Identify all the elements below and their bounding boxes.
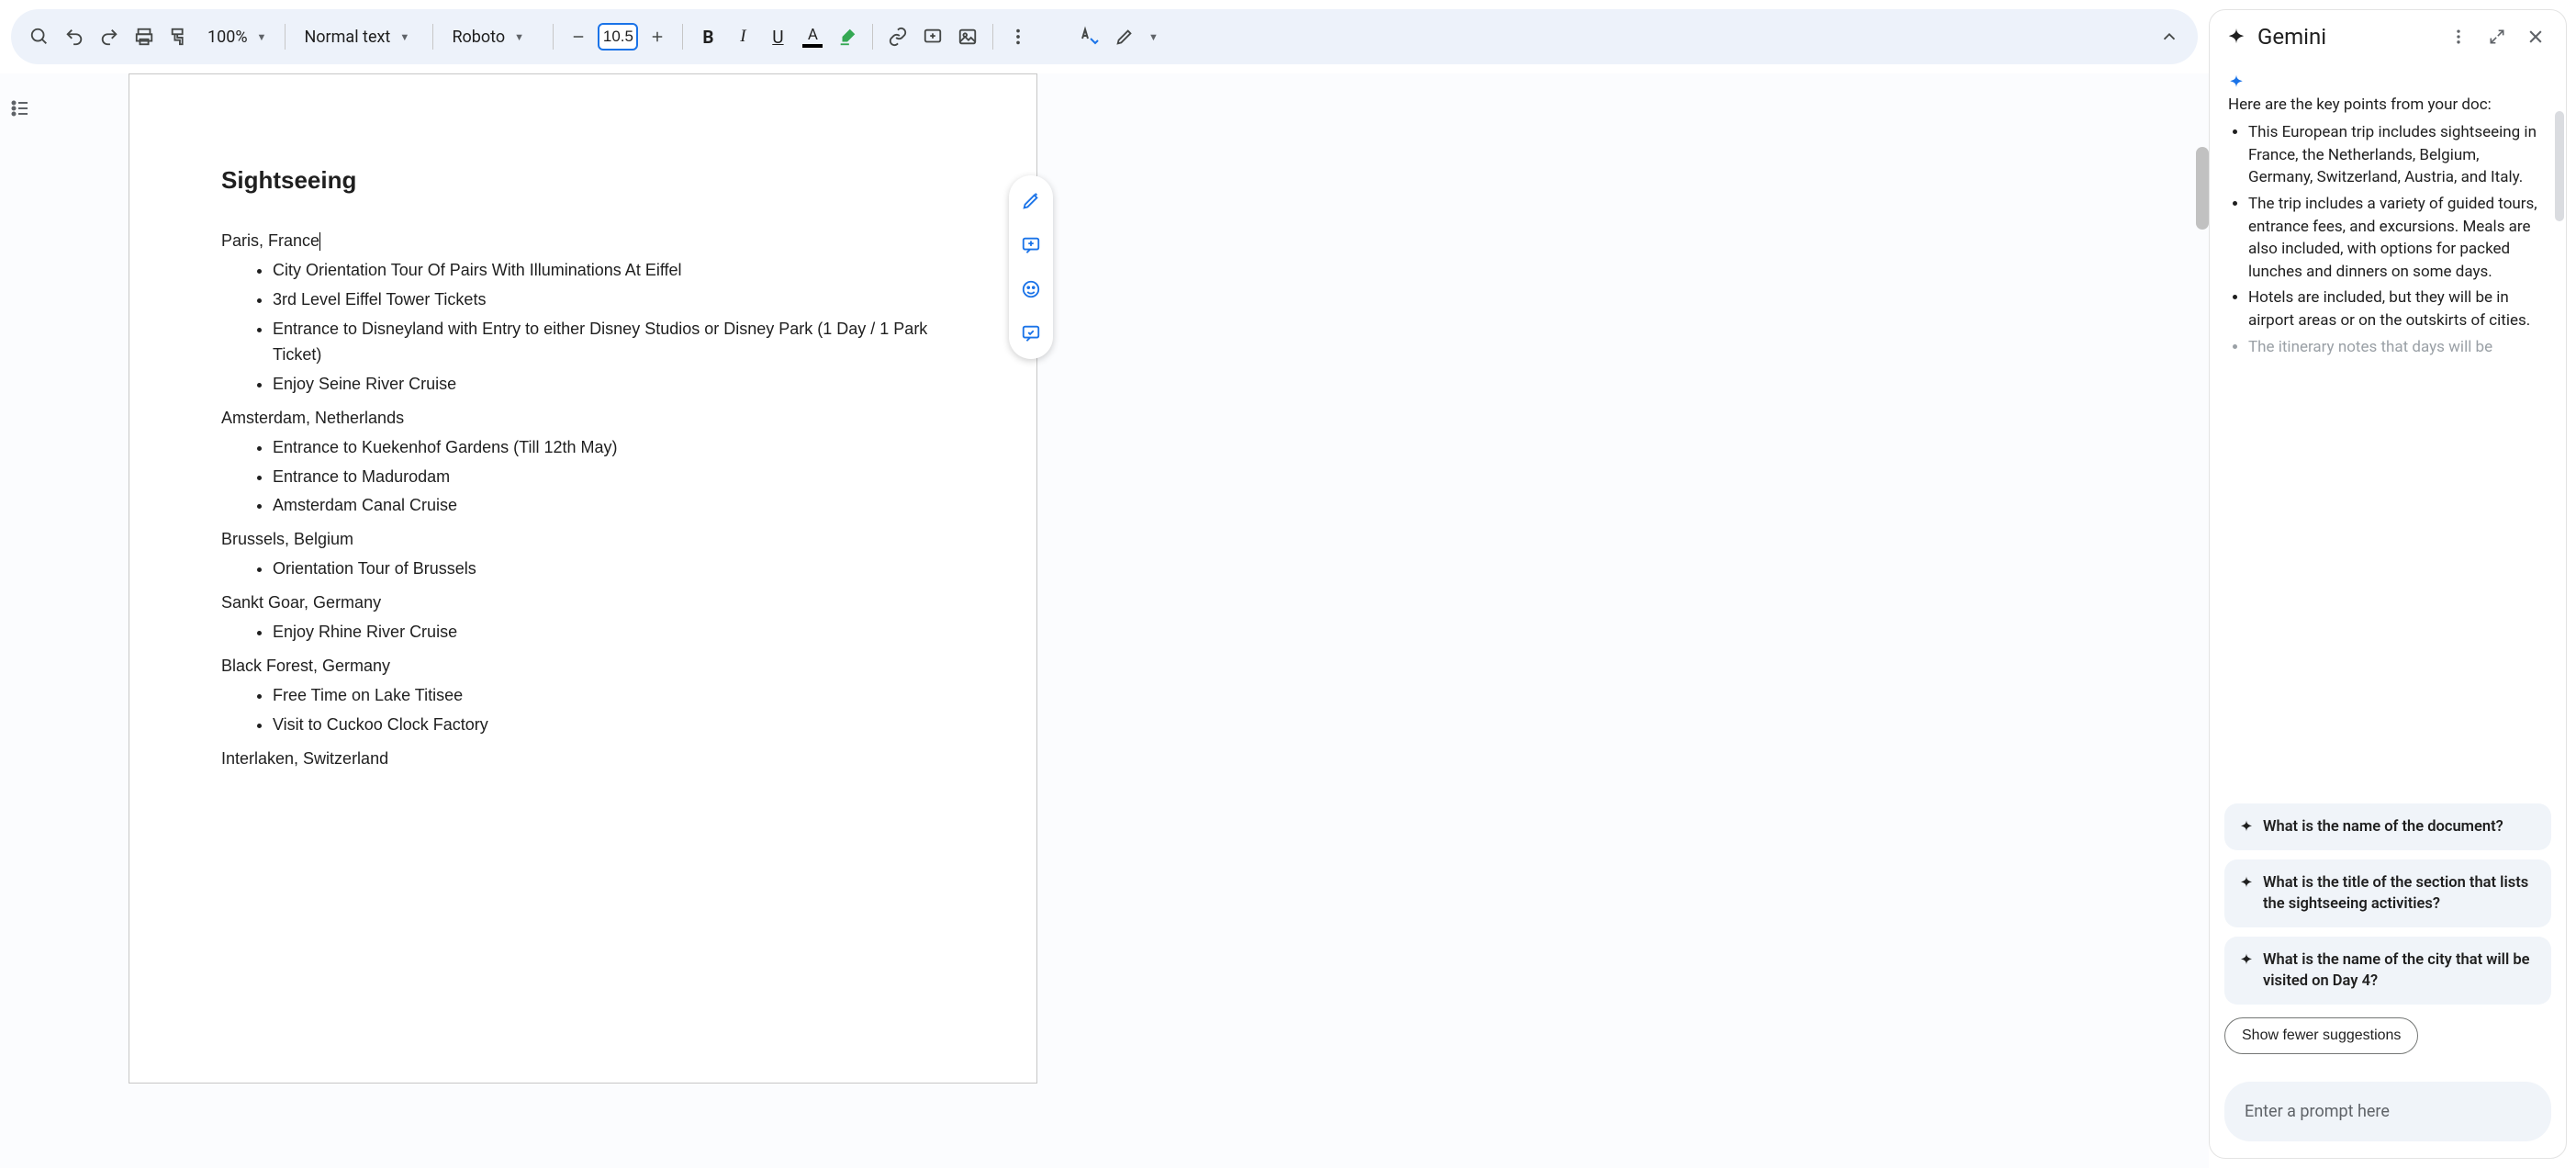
location-heading: Paris, France [221,231,945,251]
suggestion-text: What is the title of the section that li… [2263,872,2537,915]
floating-tools [1009,175,1053,359]
sparkle-icon [2239,819,2254,834]
panel-scrollbar[interactable] [2555,111,2564,368]
zoom-value: 100% [207,28,248,47]
more-icon[interactable] [1002,21,1034,52]
list-item: Entrance to Kuekenhof Gardens (Till 12th… [273,433,945,463]
suggestion-card[interactable]: What is the title of the section that li… [2224,859,2551,927]
activity-list: Enjoy Rhine River Cruise [273,618,945,647]
suggestion-text: What is the name of the document? [2263,816,2503,837]
prompt-placeholder: Enter a prompt here [2245,1102,2390,1121]
italic-icon[interactable]: I [727,21,758,52]
separator [285,24,286,50]
text-color-icon[interactable]: A [797,21,828,52]
list-item: Entrance to Madurodam [273,463,945,492]
prompt-suggestions: What is the name of the document? What is… [2210,792,2566,1069]
insert-image-icon[interactable] [952,21,983,52]
list-item: 3rd Level Eiffel Tower Tickets [273,286,945,315]
search-icon[interactable] [24,21,55,52]
list-item: Enjoy Seine River Cruise [273,370,945,399]
insert-link-icon[interactable] [882,21,913,52]
toolbar: 100% ▼ Normal text ▼ Roboto ▼ B I U A [11,9,2198,64]
page-heading: Sightseeing [221,166,945,195]
redo-icon[interactable] [94,21,125,52]
document-page[interactable]: Sightseeing Paris, France City Orientatio… [129,73,1037,1084]
suggestion-text: What is the name of the city that will b… [2263,949,2537,992]
list-item: Enjoy Rhine River Cruise [273,618,945,647]
location-heading: Interlaken, Switzerland [221,749,945,769]
activity-list: Entrance to Kuekenhof Gardens (Till 12th… [273,433,945,522]
separator [553,24,554,50]
list-item: Visit to Cuckoo Clock Factory [273,711,945,740]
print-icon[interactable] [129,21,160,52]
more-options-icon[interactable] [2445,23,2472,51]
summary-bullet: The itinerary notes that days will be [2248,336,2548,359]
show-fewer-button[interactable]: Show fewer suggestions [2224,1017,2418,1054]
add-comment-icon[interactable] [917,21,948,52]
ai-write-icon[interactable] [1013,183,1049,219]
decrease-font-icon[interactable] [563,21,594,52]
font-value: Roboto [452,28,505,47]
list-item: Entrance to Disneyland with Entry to eit… [273,315,945,370]
emoji-reaction-icon[interactable] [1013,271,1049,308]
suggest-edits-icon[interactable] [1013,315,1049,352]
font-size-input[interactable] [598,23,638,51]
activity-list: Free Time on Lake TitiseeVisit to Cuckoo… [273,681,945,740]
edit-mode-icon[interactable] [1109,21,1140,52]
separator [432,24,433,50]
spellcheck-icon[interactable] [1074,21,1105,52]
suggestion-card[interactable]: What is the name of the city that will b… [2224,937,2551,1005]
caret-down-icon: ▼ [399,31,409,43]
summary-intro: Here are the key points from your doc: [2228,95,2548,114]
caret-down-icon: ▼ [514,31,524,43]
paragraph-style-dropdown[interactable]: Normal text ▼ [295,21,423,52]
collapse-toolbar-icon[interactable] [2154,21,2185,52]
list-item: Orientation Tour of Brussels [273,555,945,584]
prompt-input[interactable]: Enter a prompt here [2224,1082,2551,1141]
add-comment-icon[interactable] [1013,227,1049,264]
side-panel-title: Gemini [2257,24,2434,50]
location-heading: Amsterdam, Netherlands [221,409,945,428]
separator [992,24,993,50]
summary-bullet: Hotels are included, but they will be in… [2248,286,2548,331]
separator [682,24,683,50]
undo-icon[interactable] [59,21,90,52]
caret-down-icon: ▼ [257,31,267,43]
paragraph-style-value: Normal text [304,28,390,47]
close-panel-icon[interactable] [2522,23,2549,51]
underline-icon[interactable]: U [762,21,793,52]
paint-format-icon[interactable] [163,21,195,52]
location-heading: Black Forest, Germany [221,657,945,676]
font-dropdown[interactable]: Roboto ▼ [442,21,543,52]
highlight-icon[interactable] [832,21,863,52]
increase-font-icon[interactable] [642,21,673,52]
sparkle-icon [2228,73,2548,90]
gemini-side-panel: Gemini Here are the key points from your… [2209,9,2567,1159]
side-panel-body: Here are the key points from your doc: T… [2210,64,2566,792]
edit-mode-caret-icon[interactable]: ▼ [1144,21,1162,52]
location-heading: Brussels, Belgium [221,530,945,549]
activity-list: City Orientation Tour Of Pairs With Illu… [273,256,945,399]
sparkle-icon [2239,875,2254,890]
font-size-group [563,21,673,52]
document-area: Sightseeing Paris, France City Orientatio… [0,73,2209,1168]
separator [872,24,873,50]
list-item: Amsterdam Canal Cruise [273,491,945,521]
location-heading: Sankt Goar, Germany [221,593,945,612]
list-item: City Orientation Tour Of Pairs With Illu… [273,256,945,286]
activity-list: Orientation Tour of Brussels [273,555,945,584]
summary-bullets: This European trip includes sightseeing … [2248,121,2548,358]
zoom-dropdown[interactable]: 100% ▼ [198,21,275,52]
sparkle-icon [2239,952,2254,967]
sparkle-icon [2226,27,2246,47]
summary-bullet: The trip includes a variety of guided to… [2248,193,2548,284]
bold-icon[interactable]: B [692,21,723,52]
vertical-scrollbar[interactable] [2196,147,2209,331]
side-panel-header: Gemini [2210,10,2566,64]
summary-bullet: This European trip includes sightseeing … [2248,121,2548,189]
expand-panel-icon[interactable] [2483,23,2511,51]
outline-toggle-icon[interactable] [7,95,33,121]
list-item: Free Time on Lake Titisee [273,681,945,711]
suggestion-card[interactable]: What is the name of the document? [2224,803,2551,850]
